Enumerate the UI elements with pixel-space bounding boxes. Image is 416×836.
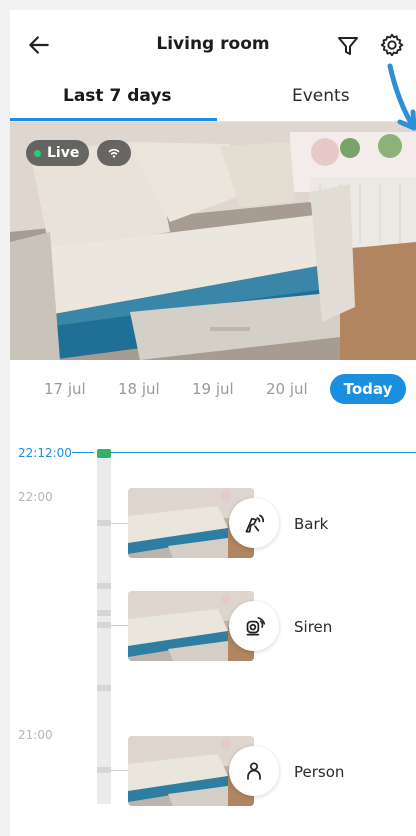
timeline-tick — [97, 767, 111, 773]
event-label-bark[interactable]: Bark — [294, 515, 328, 533]
gear-icon[interactable] — [379, 32, 405, 58]
live-badge: Live — [26, 140, 90, 166]
siren-icon — [246, 617, 266, 636]
live-indicator-dot — [34, 149, 41, 157]
signal-badge — [97, 140, 131, 166]
current-time-label: 22:12:00 — [18, 446, 72, 460]
date-18-jul[interactable]: 18 jul — [118, 380, 160, 398]
event-connector — [111, 625, 128, 626]
current-time-line-left — [72, 452, 94, 453]
event-badge-siren — [229, 601, 279, 651]
event-connector — [111, 770, 128, 771]
tab-events[interactable]: Events — [292, 86, 350, 106]
screen: Living room Last 7 days Events Live 17 j… — [10, 10, 416, 836]
event-label-siren[interactable]: Siren — [294, 618, 332, 636]
timeline-tick — [97, 610, 111, 616]
tab-last-7-days[interactable]: Last 7 days — [63, 86, 172, 106]
timeline-tick — [97, 520, 111, 526]
annotation-arrow-icon — [387, 63, 416, 131]
date-today[interactable]: Today — [330, 374, 406, 404]
date-20-jul[interactable]: 20 jul — [266, 380, 308, 398]
event-badge-person — [229, 746, 279, 796]
timeline-tick — [97, 583, 111, 589]
dog-bark-icon — [245, 514, 265, 533]
timeline-rail[interactable] — [97, 454, 111, 804]
event-connector — [111, 523, 128, 524]
timeline-tick — [97, 622, 111, 628]
wifi-icon — [108, 148, 120, 158]
timeline-tick — [97, 685, 111, 691]
date-17-jul[interactable]: 17 jul — [44, 380, 86, 398]
app-header: Living room — [10, 10, 416, 80]
hour-label-22: 22:00 — [18, 490, 53, 504]
person-icon — [247, 762, 261, 780]
current-time-marker[interactable] — [97, 449, 111, 458]
live-label: Live — [47, 145, 80, 161]
event-label-person[interactable]: Person — [294, 763, 344, 781]
date-19-jul[interactable]: 19 jul — [192, 380, 234, 398]
current-time-line — [111, 452, 416, 453]
event-badge-bark — [229, 498, 279, 548]
filter-icon[interactable] — [336, 34, 360, 58]
hour-label-21: 21:00 — [18, 728, 53, 742]
